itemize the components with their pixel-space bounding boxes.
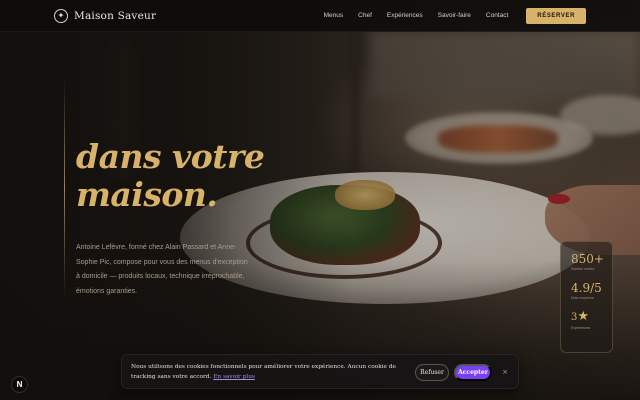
nav-link-savoir-faire[interactable]: Savoir-faire xyxy=(438,12,471,19)
nav-link-menus[interactable]: Menus xyxy=(324,12,344,19)
nav-link-chef[interactable]: Chef xyxy=(358,12,372,19)
cookie-banner: Nous utilisons des cookies fonctionnels … xyxy=(121,354,519,389)
accept-cookies-button[interactable]: Accepter xyxy=(454,364,492,381)
star-icon: ★ xyxy=(577,309,590,324)
stat-rating: 4.9/5 Note moyenne xyxy=(571,281,612,301)
brand-logo[interactable]: ✦ Maison Saveur xyxy=(54,8,157,23)
cookie-text: Nous utilisons des cookies fonctionnels … xyxy=(131,364,396,380)
stat-value: 3★ xyxy=(571,310,612,325)
stat-label: Soirées créées xyxy=(571,267,595,271)
nav-link-experiences[interactable]: Expériences xyxy=(387,12,423,19)
sparkle-icon: ✦ xyxy=(54,8,68,23)
site-header: ✦ Maison Saveur Menus Chef Expériences S… xyxy=(0,0,640,32)
main-nav: Menus Chef Expériences Savoir-faire Cont… xyxy=(324,12,509,19)
hero-description: Antoine Lefèvre, formé chez Alain Passar… xyxy=(76,244,248,295)
hero-title: dans votre maison. xyxy=(76,138,336,214)
stat-label: Note moyenne xyxy=(571,296,594,300)
corner-badge[interactable]: N xyxy=(11,376,28,393)
brand-name: Maison Saveur xyxy=(74,9,157,22)
stat-stars: 3★ Expériences xyxy=(571,310,612,331)
hero-title-line-2: maison. xyxy=(76,175,218,214)
reserve-button[interactable]: RÉSERVER xyxy=(526,7,586,24)
stat-events: 850+ Soirées créées xyxy=(571,252,612,272)
decorative-divider xyxy=(64,78,65,298)
stat-value: 4.9/5 xyxy=(571,281,602,295)
stat-label: Expériences xyxy=(571,326,591,330)
cookie-message: Nous utilisons des cookies fonctionnels … xyxy=(131,362,413,382)
stat-value: 850+ xyxy=(571,252,604,266)
cookie-learn-more-link[interactable]: En savoir plus xyxy=(213,374,255,380)
close-icon[interactable]: × xyxy=(500,366,510,378)
refuse-cookies-button[interactable]: Refuser xyxy=(415,364,449,381)
stats-card: 850+ Soirées créées 4.9/5 Note moyenne 3… xyxy=(560,241,613,353)
nav-link-contact[interactable]: Contact xyxy=(486,12,508,19)
hero-title-line-1: dans votre xyxy=(76,137,265,176)
